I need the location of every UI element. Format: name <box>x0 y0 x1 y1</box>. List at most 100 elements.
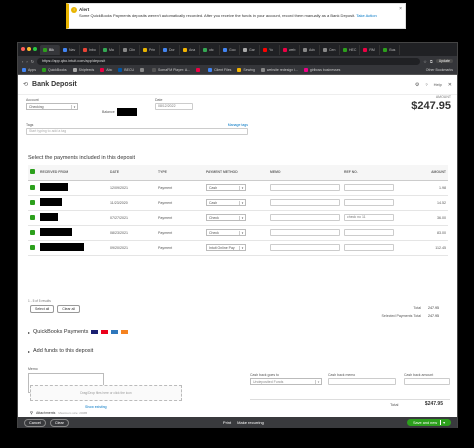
browser-tab[interactable]: otc <box>200 44 220 55</box>
row-checkbox[interactable] <box>30 199 35 205</box>
bookmark-item[interactable]: girlboss businesses <box>303 68 340 72</box>
qb-payments-section[interactable]: ▸ QuickBooks Payments <box>28 329 129 335</box>
table-row[interactable]: 11/23/2020 Payment Cash ▾ 14.52 <box>28 195 448 211</box>
cashback-account-select[interactable]: Undeposited Funds ▾ <box>250 378 322 385</box>
browser-tab[interactable]: Gar <box>240 44 260 55</box>
ref-input[interactable] <box>344 199 394 206</box>
memo-input[interactable] <box>270 184 340 191</box>
browser-tab[interactable]: Adv <box>300 44 320 55</box>
payment-method-select[interactable]: Check ▾ <box>206 229 246 236</box>
browser-tab[interactable]: Nav <box>60 44 80 55</box>
reload-icon[interactable]: ↻ <box>31 59 34 64</box>
ref-input[interactable] <box>344 244 394 251</box>
tags-label: Tags <box>26 123 34 127</box>
take-action-link[interactable]: Take Action <box>356 13 376 18</box>
browser-tab[interactable]: Yo <box>260 44 280 55</box>
manage-tags-link[interactable]: Manage tags <box>228 123 248 127</box>
browser-tab[interactable]: Cen <box>320 44 340 55</box>
row-checkbox[interactable] <box>30 244 35 250</box>
other-bookmarks[interactable]: Other Bookmarks <box>426 68 453 72</box>
clear-all-button[interactable]: Clear all <box>57 305 81 313</box>
close-icon[interactable]: ✕ <box>448 82 452 88</box>
bookmark-item[interactable]: website redesign i... <box>260 68 298 72</box>
clear-button[interactable]: Clear <box>49 418 69 427</box>
forward-icon[interactable]: › <box>26 59 27 64</box>
bookmark-item[interactable]: Apps <box>22 68 36 72</box>
bookmark-item[interactable]: Shipfeeds <box>72 68 95 72</box>
bookmark-item[interactable]: BECU <box>118 68 134 72</box>
table-row[interactable]: 08/23/2021 Payment Check ▾ 83.00 <box>28 225 448 241</box>
browser-tab[interactable]: Blk <box>40 44 60 55</box>
cashback-amount-input[interactable] <box>404 378 450 385</box>
row-checkbox[interactable] <box>30 214 35 220</box>
ref-input[interactable]: check no 11 <box>344 214 394 221</box>
memo-input[interactable] <box>270 214 340 221</box>
payment-method-select[interactable]: Check ▾ <box>206 214 246 221</box>
header-checkbox[interactable] <box>30 169 35 175</box>
maximize-window-button[interactable] <box>33 47 37 51</box>
bookmark-item[interactable]: QuickBooks <box>41 68 67 72</box>
minimize-window-button[interactable] <box>27 47 31 51</box>
table-row[interactable]: 12/09/2021 Payment Cash ▾ 1.98 <box>28 180 448 196</box>
bookmark-item[interactable]: Abc <box>100 68 112 72</box>
bookmark-label: Shipfeeds <box>78 68 95 72</box>
history-icon[interactable]: ⟲ <box>23 81 28 88</box>
bookmark-item[interactable] <box>196 68 202 72</box>
browser-tab[interactable]: Inbo <box>80 44 100 55</box>
payment-method-select[interactable]: Cash ▾ <box>206 199 246 206</box>
memo-input[interactable] <box>270 229 340 236</box>
update-button[interactable]: Update <box>435 59 453 63</box>
select-all-button[interactable]: Select all <box>30 305 55 313</box>
bookmark-item[interactable]: SomaFM Player: A... <box>152 68 190 72</box>
browser-tab[interactable]: Bus <box>380 44 401 55</box>
tags-input[interactable]: Start typing to add a tag <box>26 128 248 135</box>
attachment-dropzone[interactable]: Drag/Drop files here or click the icon <box>30 385 182 401</box>
browser-tab[interactable]: Prin <box>140 44 160 55</box>
browser-tab[interactable]: Clin <box>120 44 140 55</box>
account-value: Checking <box>29 104 44 109</box>
memo-input[interactable] <box>270 244 340 251</box>
url-input[interactable]: https://app.qbo.intuit.com/app/deposit <box>37 57 421 65</box>
browser-tab[interactable]: Ma <box>100 44 120 55</box>
browser-tab[interactable]: RM <box>360 44 381 55</box>
payment-method-select[interactable]: Cash ▾ <box>206 184 246 191</box>
bookmark-item[interactable] <box>140 68 146 72</box>
help-link[interactable]: Help <box>434 82 442 87</box>
add-funds-section[interactable]: ▸ Add funds to this deposit <box>28 348 93 354</box>
account-select[interactable]: Checking ▾ <box>26 103 78 110</box>
table-row[interactable]: 07/27/2021 Payment Check ▾ check no 11 36.00 <box>28 210 448 226</box>
help-icon[interactable]: ? <box>425 82 427 87</box>
table-row[interactable]: 09/20/2021 Payment Intuit Online Pay ▾ 112.4… <box>28 240 448 256</box>
extensions-icon[interactable]: ⧉ <box>430 59 433 64</box>
settings-icon[interactable]: ⚙ <box>415 82 419 88</box>
make-recurring-button[interactable]: Make recurring <box>237 420 264 425</box>
bookmark-item[interactable]: Client Files <box>208 68 231 72</box>
close-window-button[interactable] <box>21 47 25 51</box>
cancel-button[interactable]: Cancel <box>24 418 46 427</box>
bookmark-item[interactable]: Sewing <box>237 68 255 72</box>
star-icon[interactable]: ☆ <box>423 59 427 64</box>
browser-tab[interactable]: Ana <box>180 44 200 55</box>
chevron-down-icon: ▾ <box>71 104 77 109</box>
memo-input[interactable] <box>270 199 340 206</box>
payment-method-select[interactable]: Intuit Online Pay ▾ <box>206 244 246 251</box>
ref-input[interactable] <box>344 229 394 236</box>
amount-cell: 112.45 <box>396 240 448 256</box>
show-existing-link[interactable]: Show existing <box>85 405 107 409</box>
ref-input[interactable] <box>344 184 394 191</box>
cashback-memo-input[interactable] <box>328 378 396 385</box>
tab-label: Gar <box>249 47 255 52</box>
row-checkbox[interactable] <box>30 184 35 190</box>
browser-tab[interactable]: Goo <box>220 44 240 55</box>
browser-tab[interactable]: web <box>280 44 300 55</box>
browser-tab[interactable]: HEC <box>340 44 361 55</box>
chevron-down-icon[interactable]: ▾ <box>440 420 445 425</box>
back-icon[interactable]: ‹ <box>22 59 23 64</box>
save-and-new-button[interactable]: Save and new ▾ <box>407 419 451 426</box>
row-checkbox[interactable] <box>30 229 35 235</box>
close-icon[interactable]: × <box>399 6 402 12</box>
date-input[interactable]: 08/12/2022 <box>155 103 193 110</box>
print-button[interactable]: Print <box>223 420 231 425</box>
method-cell: Cash ▾ <box>204 195 268 211</box>
browser-tab[interactable]: Dor <box>160 44 180 55</box>
